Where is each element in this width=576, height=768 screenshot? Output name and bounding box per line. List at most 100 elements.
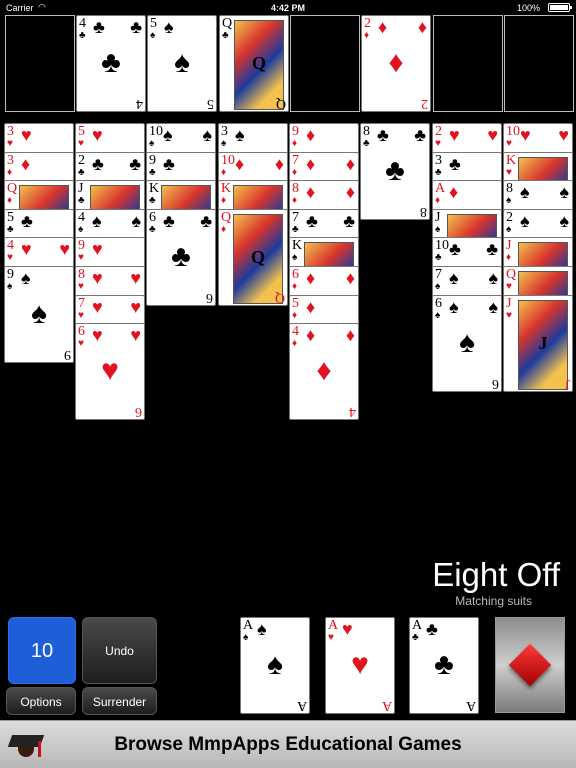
pip-icon: ♥ [449, 125, 460, 145]
options-button[interactable]: Options [6, 687, 76, 715]
card-rank: J [78, 181, 84, 196]
card-rank: Q [506, 267, 517, 282]
pip-icon: ♥ [520, 125, 531, 145]
empty-free-cell[interactable] [5, 15, 75, 112]
card-suit-icon: ♥ [78, 138, 84, 149]
card-rank-corner: 9 [64, 347, 71, 362]
card-rank-corner: 6 [492, 376, 499, 391]
pip-icon: ♦ [345, 325, 355, 345]
card-suit-icon: ♣ [79, 30, 86, 41]
pip-icon: ♣ [486, 239, 498, 259]
pip-icon: ♣ [21, 211, 33, 231]
surrender-button[interactable]: Surrender [82, 687, 157, 715]
pip-icon: ♠ [449, 268, 459, 288]
pip-icon: ♠ [488, 297, 498, 317]
pip-icon: ♣ [377, 125, 389, 145]
tableau-card[interactable]: 4 ♦ ♦ ♦ ♦ 4 [289, 323, 359, 420]
tableau-card[interactable]: Q♦QQ [218, 209, 288, 306]
card-rank: 4 [78, 210, 85, 225]
card-suit-icon: ♦ [292, 138, 298, 149]
pip-icon: ♦ [21, 154, 31, 174]
free-cell-card[interactable]: 2 ♦ ♦ ♦ ♦ 2 [361, 15, 431, 112]
card-rank: J [506, 238, 512, 253]
center-pip-icon: ♦ [388, 46, 404, 79]
card-rank: K [221, 181, 232, 196]
pip-icon: ♦ [306, 325, 316, 345]
empty-free-cell[interactable] [290, 15, 360, 112]
pip-icon: ♦ [449, 182, 459, 202]
card-suit-icon: ♣ [222, 30, 229, 41]
pip-icon: ♠ [131, 211, 141, 231]
pip-icon: ♠ [488, 268, 498, 288]
card-suit-icon: ♠ [78, 224, 84, 235]
pip-icon: ♠ [92, 211, 102, 231]
card-suit-icon: ♥ [78, 338, 84, 349]
card-suit-icon: ♦ [7, 195, 13, 206]
card-rank: A [412, 618, 423, 633]
card-rank: K [292, 238, 303, 253]
card-rank: 7 [292, 210, 299, 225]
pip-icon: ♦ [306, 125, 316, 145]
center-pip-icon: ♣ [434, 648, 454, 681]
card-suit-icon: ♣ [149, 195, 156, 206]
free-cell-card[interactable]: Q ♣ Q Q [219, 15, 289, 112]
card-rank: 3 [7, 153, 14, 168]
foundation-card[interactable]: A ♠ ♠ ♠ A [240, 617, 310, 714]
pip-icon: ♣ [129, 154, 141, 174]
card-rank: 5 [292, 296, 299, 311]
tableau-card[interactable]: J ♥ J J [503, 295, 573, 392]
empty-free-cell[interactable] [504, 15, 574, 112]
card-suit-icon: ♠ [435, 310, 441, 321]
face-card-art: J [518, 300, 568, 390]
pip-icon: ♠ [559, 211, 569, 231]
card-suit-icon: ♣ [292, 224, 299, 235]
card-suit-icon: ♥ [506, 310, 512, 321]
card-rank: A [243, 618, 254, 633]
tableau-card[interactable]: 9 ♠ ♠ ♠ 9 [4, 266, 74, 363]
card-rank: 5 [150, 16, 157, 31]
card-suit-icon: ♦ [221, 195, 227, 206]
card-suit-icon: ♣ [149, 224, 156, 235]
tableau-card[interactable]: 6 ♣ ♣ ♣ ♣ 6 [146, 209, 216, 306]
empty-free-cell[interactable] [433, 15, 503, 112]
pip-icon: ♥ [92, 239, 103, 259]
card-rank: 4 [79, 16, 86, 31]
pip-icon: ♦ [274, 154, 284, 174]
card-rank: 8 [78, 267, 85, 282]
center-pip-icon: ♥ [351, 648, 369, 681]
card-rank: 4 [292, 324, 299, 339]
card-rank: 7 [78, 296, 85, 311]
pip-icon: ♠ [257, 619, 267, 639]
card-suit-icon: ♦ [292, 310, 298, 321]
free-cell-card[interactable]: 5 ♠ ♠ ♠ 5 [147, 15, 217, 112]
tableau-card[interactable]: 6 ♠ ♠ ♠ ♠ 6 [432, 295, 502, 392]
pip-icon: ♣ [163, 154, 175, 174]
card-rank: 7 [435, 267, 442, 282]
tableau-card[interactable]: 6 ♥ ♥ ♥ ♥ 6 [75, 323, 145, 420]
card-suit-icon: ♠ [292, 252, 298, 263]
tableau-card[interactable]: 8 ♣ ♣ ♣ ♣ 8 [360, 123, 430, 220]
card-rank-corner: 6 [135, 404, 142, 419]
undo-button[interactable]: Undo [82, 617, 157, 684]
card-rank: 10 [221, 153, 235, 168]
card-rank: 9 [149, 153, 156, 168]
pip-icon: ♥ [92, 125, 103, 145]
pip-icon: ♥ [558, 125, 569, 145]
card-suit-icon: ♠ [506, 195, 512, 206]
free-cell-card[interactable]: 4 ♣ ♣ ♣ ♣ 4 [76, 15, 146, 112]
card-rank: Q [7, 181, 18, 196]
card-rank: 6 [292, 267, 299, 282]
card-suit-icon: ♥ [435, 138, 441, 149]
ad-banner[interactable]: Browse MmpApps Educational Games [0, 720, 576, 768]
card-suit-icon: ♣ [435, 252, 442, 263]
card-suit-icon: ♦ [292, 338, 298, 349]
draw-pile[interactable] [495, 617, 565, 713]
moves-counter-button[interactable]: 10 [8, 617, 76, 684]
card-rank-corner: 4 [136, 96, 143, 111]
card-rank: 6 [149, 210, 156, 225]
foundation-card[interactable]: A ♥ ♥ ♥ A [325, 617, 395, 714]
pip-icon: ♥ [342, 619, 353, 639]
pip-icon: ♠ [21, 268, 31, 288]
foundation-card[interactable]: A ♣ ♣ ♣ A [409, 617, 479, 714]
pip-icon: ♥ [59, 239, 70, 259]
